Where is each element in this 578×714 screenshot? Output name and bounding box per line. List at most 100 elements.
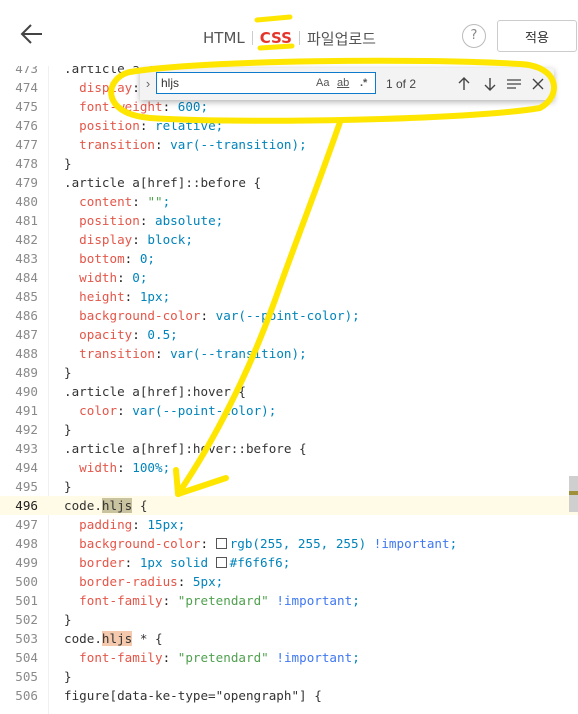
code-text: position: relative; xyxy=(79,118,224,133)
find-widget: › hljs Aa ab .* 1 of 2 xyxy=(140,68,554,100)
line-number: 488 xyxy=(15,346,38,361)
code-text: width: 100%; xyxy=(79,460,171,475)
next-match-icon[interactable] xyxy=(480,74,500,94)
line-number: 487 xyxy=(15,327,38,342)
code-line[interactable]: 478} xyxy=(0,154,578,173)
code-editor[interactable]: 473.article a {474 display: inline-block… xyxy=(0,66,578,714)
code-text: } xyxy=(64,422,72,437)
close-icon[interactable] xyxy=(528,74,548,94)
code-line[interactable]: 487 opacity: 0.5; xyxy=(0,325,578,344)
code-text: .article a[href]:hover { xyxy=(64,384,246,399)
code-text: opacity: 0.5; xyxy=(79,327,178,342)
line-number: 493 xyxy=(15,441,38,456)
line-number: 494 xyxy=(15,460,38,475)
code-line[interactable]: 483 bottom: 0; xyxy=(0,249,578,268)
code-line[interactable]: 485 height: 1px; xyxy=(0,287,578,306)
line-number: 476 xyxy=(15,118,38,133)
code-line[interactable]: 480 content: ""; xyxy=(0,192,578,211)
previous-match-icon[interactable] xyxy=(454,74,474,94)
match-case-toggle[interactable]: Aa xyxy=(316,77,329,89)
line-number: 485 xyxy=(15,289,38,304)
code-line[interactable]: 495} xyxy=(0,477,578,496)
line-number: 502 xyxy=(15,612,38,627)
code-text: content: ""; xyxy=(79,194,171,209)
line-number: 492 xyxy=(15,422,38,437)
editor-tabs: HTML CSS 파일업로드 xyxy=(196,26,383,50)
code-line[interactable]: 488 transition: var(--transition); xyxy=(0,344,578,363)
code-text: height: 1px; xyxy=(79,289,171,304)
code-text: } xyxy=(64,669,72,684)
regex-toggle[interactable]: .* xyxy=(360,77,367,89)
code-line[interactable]: 501 font-family: "pretendard" !important… xyxy=(0,591,578,610)
tab-html[interactable]: HTML xyxy=(196,29,252,47)
code-line[interactable]: 484 width: 0; xyxy=(0,268,578,287)
match-count: 1 of 2 xyxy=(386,77,417,91)
code-text: position: absolute; xyxy=(79,213,224,228)
code-line[interactable]: 477 transition: var(--transition); xyxy=(0,135,578,154)
code-line[interactable]: 482 display: block; xyxy=(0,230,578,249)
color-swatch[interactable] xyxy=(215,538,227,549)
whole-word-toggle[interactable]: ab xyxy=(337,77,349,89)
code-line[interactable]: 476 position: relative; xyxy=(0,116,578,135)
code-line[interactable]: 479 .article a[href]::before { xyxy=(0,173,578,192)
apply-button[interactable]: 적용 xyxy=(497,20,577,52)
line-number: 480 xyxy=(15,194,38,209)
code-text: } xyxy=(64,479,72,494)
line-number: 499 xyxy=(15,555,38,570)
line-number: 484 xyxy=(15,270,38,285)
line-number: 495 xyxy=(15,479,38,494)
code-text: .article a[href]:hover::before { xyxy=(64,441,307,456)
code-line[interactable]: 503 code.hljs * { xyxy=(0,629,578,648)
toggle-replace-icon[interactable]: › xyxy=(142,74,154,94)
line-number: 486 xyxy=(15,308,38,323)
line-number: 500 xyxy=(15,574,38,589)
code-text: display: block; xyxy=(79,232,193,247)
find-in-selection-icon[interactable] xyxy=(504,74,524,94)
code-text: code.hljs { xyxy=(64,498,148,513)
color-swatch[interactable] xyxy=(215,557,227,568)
code-text: background-color: var(--point-color); xyxy=(79,308,360,323)
tab-file-upload[interactable]: 파일업로드 xyxy=(300,28,383,49)
tab-css[interactable]: CSS xyxy=(253,29,299,47)
code-line[interactable]: 486 background-color: var(--point-color)… xyxy=(0,306,578,325)
code-text: figure[data-ke-type="opengraph"] { xyxy=(64,688,322,703)
code-line[interactable]: 499 border: 1px solid #f6f6f6; xyxy=(0,553,578,572)
code-line[interactable]: 498 background-color: rgb(255, 255, 255)… xyxy=(0,534,578,553)
back-arrow-icon[interactable] xyxy=(18,20,46,48)
code-text: width: 0; xyxy=(79,270,148,285)
code-line[interactable]: 506 figure[data-ke-type="opengraph"] { xyxy=(0,686,578,705)
line-number: 473 xyxy=(15,66,38,76)
line-number: 477 xyxy=(15,137,38,152)
line-number: 504 xyxy=(15,650,38,665)
line-number: 498 xyxy=(15,536,38,551)
code-text: } xyxy=(64,612,72,627)
code-line[interactable]: 490 .article a[href]:hover { xyxy=(0,382,578,401)
code-line[interactable]: 500 border-radius: 5px; xyxy=(0,572,578,591)
editor-header: HTML CSS 파일업로드 ? 적용 xyxy=(0,0,578,67)
code-line[interactable]: 491 color: var(--point-color); xyxy=(0,401,578,420)
code-text: code.hljs * { xyxy=(64,631,163,646)
code-text: border: 1px solid #f6f6f6; xyxy=(79,555,291,570)
code-text: color: var(--point-color); xyxy=(79,403,277,418)
code-line[interactable]: 494 width: 100%; xyxy=(0,458,578,477)
code-line[interactable]: 504 font-family: "pretendard" !important… xyxy=(0,648,578,667)
code-text: transition: var(--transition); xyxy=(79,346,307,361)
line-number: 481 xyxy=(15,213,38,228)
line-number: 503 xyxy=(15,631,38,646)
code-line[interactable]: 489} xyxy=(0,363,578,382)
code-text: font-family: "pretendard" !important; xyxy=(79,593,360,608)
code-line[interactable]: 497 padding: 15px; xyxy=(0,515,578,534)
help-button[interactable]: ? xyxy=(462,24,486,48)
scrollbar-match-marker xyxy=(569,491,578,495)
line-number: 501 xyxy=(15,593,38,608)
line-number: 496 xyxy=(15,498,38,513)
code-line[interactable]: 481 position: absolute; xyxy=(0,211,578,230)
code-line[interactable]: 496 code.hljs { xyxy=(0,496,578,515)
code-line[interactable]: 505} xyxy=(0,667,578,686)
code-line[interactable]: 492} xyxy=(0,420,578,439)
line-number: 491 xyxy=(15,403,38,418)
code-text: padding: 15px; xyxy=(79,517,186,532)
code-line[interactable]: 493 .article a[href]:hover::before { xyxy=(0,439,578,458)
code-line[interactable]: 502} xyxy=(0,610,578,629)
line-number: 506 xyxy=(15,688,38,703)
